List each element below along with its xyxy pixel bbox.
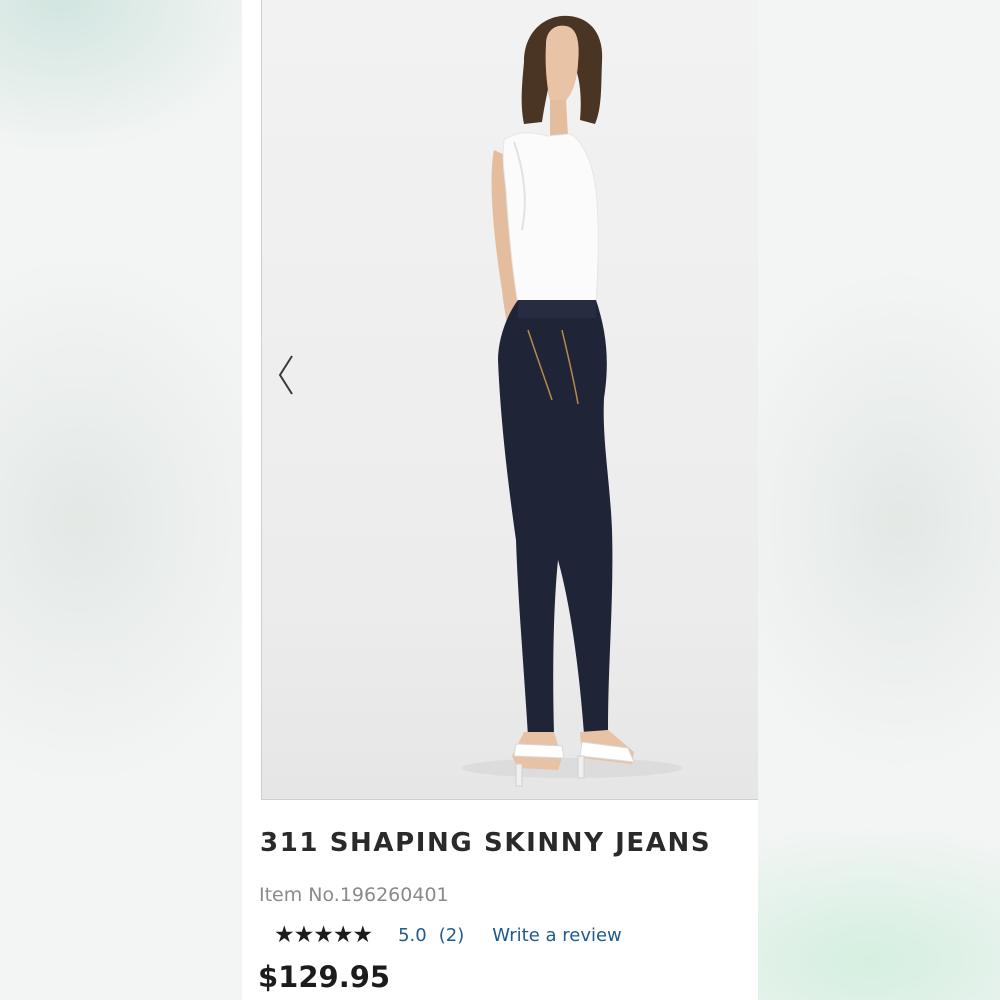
product-image[interactable]: [261, 0, 758, 800]
product-title: 311 SHAPING SKINNY JEANS: [260, 828, 712, 858]
star-rating-icon: ★★★★★: [274, 922, 373, 948]
product-price: $129.95: [258, 960, 391, 994]
item-number: Item No.196260401: [259, 884, 449, 906]
rating-row: ★★★★★ 5.0 (2) Write a review: [274, 919, 622, 951]
previous-image-button[interactable]: [268, 350, 304, 400]
write-review-link[interactable]: Write a review: [492, 925, 622, 946]
review-count[interactable]: (2): [439, 925, 465, 946]
product-page: 311 SHAPING SKINNY JEANS Item No.1962604…: [242, 0, 758, 1000]
chevron-left-icon: [278, 355, 293, 395]
model-illustration: [462, 15, 682, 787]
rating-score[interactable]: 5.0: [398, 925, 427, 946]
